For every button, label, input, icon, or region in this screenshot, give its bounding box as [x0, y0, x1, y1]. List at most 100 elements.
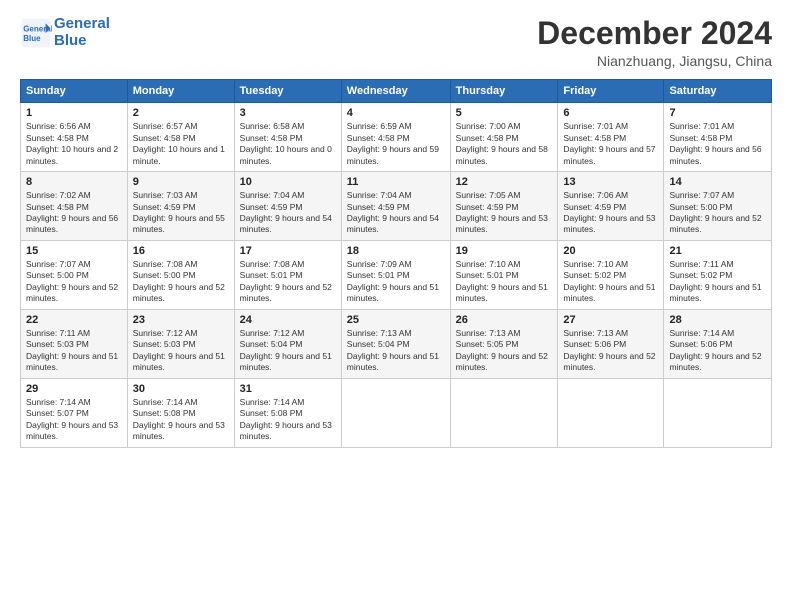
day-info: Sunrise: 7:04 AM Sunset: 4:59 PM Dayligh…: [240, 190, 336, 236]
calendar-cell: 9 Sunrise: 7:03 AM Sunset: 4:59 PM Dayli…: [127, 172, 234, 241]
day-info: Sunrise: 7:07 AM Sunset: 5:00 PM Dayligh…: [26, 259, 122, 305]
calendar-cell: 8 Sunrise: 7:02 AM Sunset: 4:58 PM Dayli…: [21, 172, 128, 241]
day-number: 12: [456, 176, 553, 188]
calendar-cell: 17 Sunrise: 7:08 AM Sunset: 5:01 PM Dayl…: [234, 240, 341, 309]
day-info: Sunrise: 7:11 AM Sunset: 5:03 PM Dayligh…: [26, 328, 122, 374]
calendar-cell: 7 Sunrise: 7:01 AM Sunset: 4:58 PM Dayli…: [664, 103, 772, 172]
day-info: Sunrise: 7:11 AM Sunset: 5:02 PM Dayligh…: [669, 259, 766, 305]
calendar-week-row: 22 Sunrise: 7:11 AM Sunset: 5:03 PM Dayl…: [21, 309, 772, 378]
header: General Blue GeneralBlue December 2024 N…: [20, 16, 772, 69]
calendar-cell: 10 Sunrise: 7:04 AM Sunset: 4:59 PM Dayl…: [234, 172, 341, 241]
day-of-week-header: Sunday: [21, 80, 128, 103]
day-number: 2: [133, 107, 229, 119]
day-number: 16: [133, 245, 229, 257]
day-info: Sunrise: 7:02 AM Sunset: 4:58 PM Dayligh…: [26, 190, 122, 236]
calendar-cell: 1 Sunrise: 6:56 AM Sunset: 4:58 PM Dayli…: [21, 103, 128, 172]
day-of-week-header: Saturday: [664, 80, 772, 103]
day-info: Sunrise: 7:07 AM Sunset: 5:00 PM Dayligh…: [669, 190, 766, 236]
day-number: 7: [669, 107, 766, 119]
calendar-cell: 2 Sunrise: 6:57 AM Sunset: 4:58 PM Dayli…: [127, 103, 234, 172]
calendar-cell: 11 Sunrise: 7:04 AM Sunset: 4:59 PM Dayl…: [341, 172, 450, 241]
day-number: 31: [240, 383, 336, 395]
calendar-cell: 22 Sunrise: 7:11 AM Sunset: 5:03 PM Dayl…: [21, 309, 128, 378]
calendar-cell: 4 Sunrise: 6:59 AM Sunset: 4:58 PM Dayli…: [341, 103, 450, 172]
day-of-week-header: Friday: [558, 80, 664, 103]
day-number: 9: [133, 176, 229, 188]
day-info: Sunrise: 7:14 AM Sunset: 5:08 PM Dayligh…: [240, 397, 336, 443]
day-number: 4: [347, 107, 445, 119]
day-of-week-header: Monday: [127, 80, 234, 103]
day-number: 17: [240, 245, 336, 257]
logo-icon: General Blue: [20, 17, 52, 49]
calendar-cell: [450, 378, 558, 447]
day-info: Sunrise: 7:03 AM Sunset: 4:59 PM Dayligh…: [133, 190, 229, 236]
calendar-week-row: 1 Sunrise: 6:56 AM Sunset: 4:58 PM Dayli…: [21, 103, 772, 172]
day-of-week-header: Wednesday: [341, 80, 450, 103]
day-number: 29: [26, 383, 122, 395]
day-info: Sunrise: 7:01 AM Sunset: 4:58 PM Dayligh…: [563, 121, 658, 167]
day-info: Sunrise: 7:14 AM Sunset: 5:08 PM Dayligh…: [133, 397, 229, 443]
month-title: December 2024: [537, 16, 772, 51]
day-number: 19: [456, 245, 553, 257]
calendar-cell: 12 Sunrise: 7:05 AM Sunset: 4:59 PM Dayl…: [450, 172, 558, 241]
calendar-cell: 31 Sunrise: 7:14 AM Sunset: 5:08 PM Dayl…: [234, 378, 341, 447]
day-number: 23: [133, 314, 229, 326]
day-info: Sunrise: 7:10 AM Sunset: 5:01 PM Dayligh…: [456, 259, 553, 305]
day-info: Sunrise: 7:12 AM Sunset: 5:03 PM Dayligh…: [133, 328, 229, 374]
calendar-cell: 29 Sunrise: 7:14 AM Sunset: 5:07 PM Dayl…: [21, 378, 128, 447]
day-info: Sunrise: 7:14 AM Sunset: 5:07 PM Dayligh…: [26, 397, 122, 443]
day-number: 27: [563, 314, 658, 326]
calendar-cell: 30 Sunrise: 7:14 AM Sunset: 5:08 PM Dayl…: [127, 378, 234, 447]
calendar-cell: 24 Sunrise: 7:12 AM Sunset: 5:04 PM Dayl…: [234, 309, 341, 378]
calendar-cell: 13 Sunrise: 7:06 AM Sunset: 4:59 PM Dayl…: [558, 172, 664, 241]
svg-text:Blue: Blue: [23, 34, 41, 43]
day-info: Sunrise: 7:08 AM Sunset: 5:01 PM Dayligh…: [240, 259, 336, 305]
day-number: 30: [133, 383, 229, 395]
day-info: Sunrise: 7:00 AM Sunset: 4:58 PM Dayligh…: [456, 121, 553, 167]
calendar-body: 1 Sunrise: 6:56 AM Sunset: 4:58 PM Dayli…: [21, 103, 772, 447]
day-info: Sunrise: 7:13 AM Sunset: 5:05 PM Dayligh…: [456, 328, 553, 374]
location: Nianzhuang, Jiangsu, China: [537, 53, 772, 69]
calendar-cell: 23 Sunrise: 7:12 AM Sunset: 5:03 PM Dayl…: [127, 309, 234, 378]
day-number: 24: [240, 314, 336, 326]
day-number: 6: [563, 107, 658, 119]
calendar-cell: 25 Sunrise: 7:13 AM Sunset: 5:04 PM Dayl…: [341, 309, 450, 378]
calendar-cell: 5 Sunrise: 7:00 AM Sunset: 4:58 PM Dayli…: [450, 103, 558, 172]
calendar-week-row: 8 Sunrise: 7:02 AM Sunset: 4:58 PM Dayli…: [21, 172, 772, 241]
calendar-cell: 20 Sunrise: 7:10 AM Sunset: 5:02 PM Dayl…: [558, 240, 664, 309]
day-number: 26: [456, 314, 553, 326]
day-info: Sunrise: 7:13 AM Sunset: 5:04 PM Dayligh…: [347, 328, 445, 374]
day-info: Sunrise: 7:09 AM Sunset: 5:01 PM Dayligh…: [347, 259, 445, 305]
day-number: 15: [26, 245, 122, 257]
day-info: Sunrise: 7:12 AM Sunset: 5:04 PM Dayligh…: [240, 328, 336, 374]
day-info: Sunrise: 7:06 AM Sunset: 4:59 PM Dayligh…: [563, 190, 658, 236]
calendar-cell: 21 Sunrise: 7:11 AM Sunset: 5:02 PM Dayl…: [664, 240, 772, 309]
calendar-cell: 19 Sunrise: 7:10 AM Sunset: 5:01 PM Dayl…: [450, 240, 558, 309]
calendar-cell: 18 Sunrise: 7:09 AM Sunset: 5:01 PM Dayl…: [341, 240, 450, 309]
day-number: 8: [26, 176, 122, 188]
day-number: 1: [26, 107, 122, 119]
logo-text: GeneralBlue: [54, 16, 110, 49]
day-info: Sunrise: 6:56 AM Sunset: 4:58 PM Dayligh…: [26, 121, 122, 167]
calendar-week-row: 15 Sunrise: 7:07 AM Sunset: 5:00 PM Dayl…: [21, 240, 772, 309]
calendar-cell: [341, 378, 450, 447]
calendar-cell: [558, 378, 664, 447]
calendar-cell: 6 Sunrise: 7:01 AM Sunset: 4:58 PM Dayli…: [558, 103, 664, 172]
calendar-cell: 26 Sunrise: 7:13 AM Sunset: 5:05 PM Dayl…: [450, 309, 558, 378]
day-info: Sunrise: 7:01 AM Sunset: 4:58 PM Dayligh…: [669, 121, 766, 167]
day-number: 3: [240, 107, 336, 119]
calendar-week-row: 29 Sunrise: 7:14 AM Sunset: 5:07 PM Dayl…: [21, 378, 772, 447]
day-of-week-header: Thursday: [450, 80, 558, 103]
day-number: 28: [669, 314, 766, 326]
day-number: 13: [563, 176, 658, 188]
calendar-cell: 28 Sunrise: 7:14 AM Sunset: 5:06 PM Dayl…: [664, 309, 772, 378]
day-info: Sunrise: 6:58 AM Sunset: 4:58 PM Dayligh…: [240, 121, 336, 167]
logo: General Blue GeneralBlue: [20, 16, 110, 49]
day-number: 18: [347, 245, 445, 257]
day-of-week-header: Tuesday: [234, 80, 341, 103]
day-info: Sunrise: 7:13 AM Sunset: 5:06 PM Dayligh…: [563, 328, 658, 374]
calendar-table: SundayMondayTuesdayWednesdayThursdayFrid…: [20, 79, 772, 447]
day-info: Sunrise: 6:57 AM Sunset: 4:58 PM Dayligh…: [133, 121, 229, 167]
day-number: 5: [456, 107, 553, 119]
page: General Blue GeneralBlue December 2024 N…: [0, 0, 792, 612]
